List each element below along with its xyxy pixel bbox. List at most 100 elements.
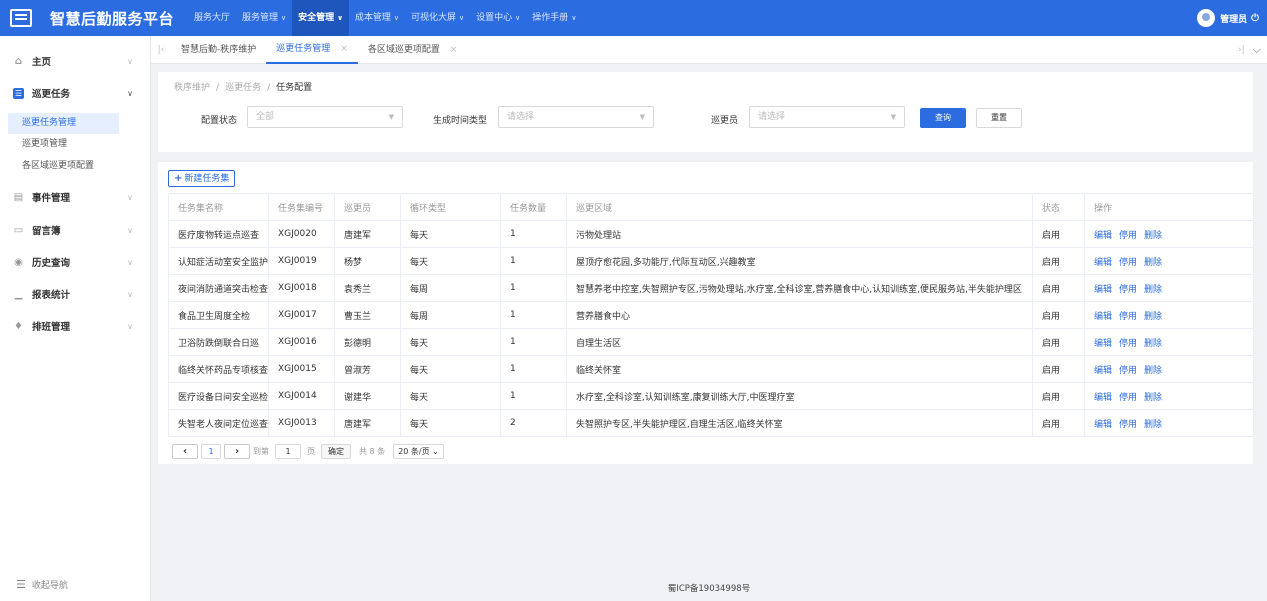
tab-label[interactable]: 智慧后勤-秩序维护 xyxy=(181,36,256,64)
chevron-down-icon[interactable]: ∨ xyxy=(459,0,464,36)
plus-icon[interactable]: + xyxy=(174,173,182,184)
collapse-nav-label[interactable]: 收起导航 xyxy=(32,578,68,591)
tab-scroll-right-icon[interactable]: ›| xyxy=(1238,45,1245,55)
edit-button[interactable]: 编辑 xyxy=(1094,393,1112,403)
menu-fold-icon[interactable]: ☰ xyxy=(16,578,26,591)
chevron-down-icon[interactable]: ∨ xyxy=(515,0,520,36)
top-nav-item[interactable]: 可视化大屏 ∨ xyxy=(405,0,470,36)
disable-button[interactable]: 停用 xyxy=(1119,285,1137,295)
task-icon: ☰ xyxy=(13,87,24,99)
breadcrumb-item[interactable]: 秩序维护 xyxy=(174,83,210,93)
user-name[interactable]: 管理员 xyxy=(1220,12,1247,25)
query-button[interactable]: 查询 xyxy=(920,108,966,128)
delete-button[interactable]: 删除 xyxy=(1144,366,1162,376)
edit-button[interactable]: 编辑 xyxy=(1094,312,1112,322)
top-nav-label[interactable]: 服务大厅 xyxy=(194,0,230,36)
disable-button[interactable]: 停用 xyxy=(1119,258,1137,268)
disable-button[interactable]: 停用 xyxy=(1119,339,1137,349)
top-nav-item[interactable]: 设置中心 ∨ xyxy=(470,0,526,36)
breadcrumb-item[interactable]: 巡更任务 xyxy=(225,83,261,93)
top-nav-item[interactable]: 操作手册 ∨ xyxy=(526,0,582,36)
sidebar-item[interactable]: ▭ 留言簿 ∨ xyxy=(0,217,151,243)
sidebar-item[interactable]: ▁ 报表统计 ∨ xyxy=(0,281,151,307)
top-nav-label[interactable]: 设置中心 xyxy=(476,0,512,36)
sidebar-item[interactable]: ☰ 巡更任务 ∨ xyxy=(0,80,151,106)
edit-button[interactable]: 编辑 xyxy=(1094,258,1112,268)
goto-confirm-button[interactable]: 确定 xyxy=(321,444,351,459)
current-page-number[interactable]: 1 xyxy=(201,444,221,459)
edit-button[interactable]: 编辑 xyxy=(1094,339,1112,349)
edit-button[interactable]: 编辑 xyxy=(1094,366,1112,376)
collapse-nav-button[interactable]: ☰ 收起导航 xyxy=(16,578,68,591)
close-icon[interactable]: × xyxy=(340,35,348,63)
top-nav-item[interactable]: 服务大厅 xyxy=(188,0,236,36)
sidebar-subitem[interactable]: 各区域巡更项配置 xyxy=(8,156,119,177)
disable-button[interactable]: 停用 xyxy=(1119,231,1137,241)
sidebar-subitem[interactable]: 巡更项管理 xyxy=(8,134,119,155)
gen-time-type-select[interactable]: 请选择 ▼ xyxy=(498,106,654,128)
top-nav-label[interactable]: 可视化大屏 xyxy=(411,0,456,36)
sidebar-item-label: 报表统计 xyxy=(32,290,71,301)
page-size-select[interactable]: 20 条/页 ⌄ xyxy=(393,444,444,459)
edit-button[interactable]: 编辑 xyxy=(1094,420,1112,430)
chevron-down-icon[interactable]: ∨ xyxy=(394,0,399,36)
sidebar-item-label: 主页 xyxy=(32,57,52,68)
table-row: 医疗设备日间安全巡检 XGJ0014 谢建华 每天 1 水疗室,全科诊室,认知训练室,康复… xyxy=(168,382,1254,410)
goto-page-input[interactable]: 1 xyxy=(275,444,301,459)
sidebar-item[interactable]: ⌂ 主页 ∨ xyxy=(0,48,151,74)
user-menu[interactable]: 管理员 ⏻ xyxy=(1197,0,1259,36)
prev-page-button[interactable]: ‹ xyxy=(172,444,198,459)
new-task-set-label[interactable]: 新建任务集 xyxy=(184,174,229,184)
top-nav-item[interactable]: 成本管理 ∨ xyxy=(349,0,405,36)
edit-button[interactable]: 编辑 xyxy=(1094,231,1112,241)
top-nav-item[interactable]: 服务管理 ∨ xyxy=(236,0,292,36)
sidebar-item-label: 巡更任务 xyxy=(32,89,71,100)
new-task-set-button[interactable]: + 新建任务集 xyxy=(168,170,236,187)
table-cell: 医疗设备日间安全巡检 xyxy=(168,382,269,410)
chevron-down-icon: ∨ xyxy=(127,192,133,202)
tab-item[interactable]: 巡更任务管理 × xyxy=(266,36,358,64)
top-nav-label[interactable]: 操作手册 xyxy=(532,0,568,36)
sidebar-item[interactable]: ◉ 历史查询 ∨ xyxy=(0,249,151,275)
tab-scroll-left-icon[interactable]: |‹ xyxy=(151,45,171,55)
reset-button[interactable]: 重置 xyxy=(976,108,1022,128)
tab-menu-chevron-down-icon[interactable]: ⌵ xyxy=(1253,43,1261,57)
config-status-select[interactable]: 全部 ▼ xyxy=(247,106,403,128)
table-cell: 智慧养老中控室,失智照护专区,污物处理站,水疗室,全科诊室,营养膳食中心,认知训… xyxy=(566,274,1033,302)
top-nav-label[interactable]: 服务管理 xyxy=(242,0,278,36)
sidebar-item[interactable]: ▤ 事件管理 ∨ xyxy=(0,184,151,210)
edit-button[interactable]: 编辑 xyxy=(1094,285,1112,295)
close-icon[interactable]: × xyxy=(450,36,458,64)
top-nav-item[interactable]: 安全管理 ∨ xyxy=(292,0,349,36)
disable-button[interactable]: 停用 xyxy=(1119,420,1137,430)
table-row: 卫浴防跌倒联合日巡 XGJ0016 彭德明 每天 1 自理生活区 启用 编辑 停用 删除 xyxy=(168,328,1254,356)
tab-item[interactable]: 各区域巡更项配置 × xyxy=(358,36,468,64)
sidebar-item[interactable]: ♦ 排班管理 ∨ xyxy=(0,313,151,339)
avatar[interactable] xyxy=(1197,9,1216,27)
chevron-down-icon[interactable]: ∨ xyxy=(571,0,576,36)
delete-button[interactable]: 删除 xyxy=(1144,393,1162,403)
sidebar-subitem[interactable]: 巡更任务管理 xyxy=(8,113,119,134)
chevron-down-icon: ∨ xyxy=(127,56,133,66)
disable-button[interactable]: 停用 xyxy=(1119,312,1137,322)
top-nav-label[interactable]: 安全管理 xyxy=(298,0,334,36)
delete-button[interactable]: 删除 xyxy=(1144,258,1162,268)
tab-label[interactable]: 各区域巡更项配置 xyxy=(368,36,440,64)
chevron-down-icon[interactable]: ∨ xyxy=(281,0,286,36)
power-icon[interactable]: ⏻ xyxy=(1251,13,1259,24)
delete-button[interactable]: 删除 xyxy=(1144,231,1162,241)
disable-button[interactable]: 停用 xyxy=(1119,393,1137,403)
delete-button[interactable]: 删除 xyxy=(1144,285,1162,295)
chevron-down-icon[interactable]: ∨ xyxy=(337,0,343,36)
delete-button[interactable]: 删除 xyxy=(1144,420,1162,430)
next-page-button[interactable]: › xyxy=(224,444,250,459)
delete-button[interactable]: 删除 xyxy=(1144,339,1162,349)
top-nav-label[interactable]: 成本管理 xyxy=(355,0,391,36)
tab-label[interactable]: 巡更任务管理 xyxy=(276,35,330,63)
table-cell: XGJ0015 xyxy=(268,355,335,383)
patroller-select[interactable]: 请选择 ▼ xyxy=(749,106,905,128)
tab-item[interactable]: 智慧后勤-秩序维护 xyxy=(171,36,266,64)
chevron-down-icon: ∨ xyxy=(127,321,133,331)
disable-button[interactable]: 停用 xyxy=(1119,366,1137,376)
delete-button[interactable]: 删除 xyxy=(1144,312,1162,322)
